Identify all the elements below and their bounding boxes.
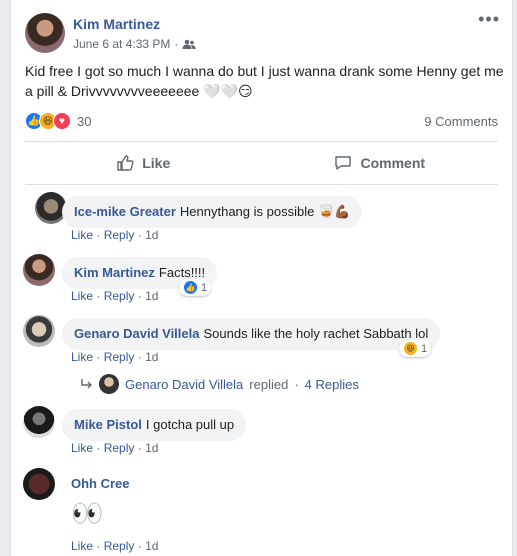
post-time[interactable]: June 6 at 4:33 PM <box>73 37 170 51</box>
reply-arrow-icon <box>81 379 92 389</box>
love-reaction-icon: ♥ <box>53 112 71 130</box>
separator: · <box>96 441 101 455</box>
separator: · <box>294 376 299 392</box>
like-reaction-icon: 👍 <box>183 280 198 295</box>
reaction-count: 30 <box>77 113 92 129</box>
comment-reply-link[interactable]: Reply <box>104 539 135 553</box>
separator: · <box>137 350 142 364</box>
post-emoji: 🤍🤍😏 <box>203 83 253 99</box>
separator: · <box>96 350 101 364</box>
reaction-count: 1 <box>201 281 208 294</box>
comment-age[interactable]: 1d <box>145 350 158 364</box>
comment-like-link[interactable]: Like <box>71 289 93 303</box>
separator: · <box>137 441 142 455</box>
comment-reply-link[interactable]: Reply <box>104 350 135 364</box>
separator: · <box>96 539 101 553</box>
separator: · <box>96 289 101 303</box>
comment-reaction-badge[interactable]: 😆 1 <box>399 340 432 357</box>
commenter-name[interactable]: Ohh Cree <box>71 476 130 491</box>
comment-emoji: 👀 <box>71 498 104 528</box>
comment-reaction-badge[interactable]: 👍 1 <box>179 279 212 296</box>
replied-verb: replied <box>249 376 289 392</box>
comment-reply-link[interactable]: Reply <box>104 441 135 455</box>
comment-text: Facts!!!! <box>158 265 206 280</box>
separator: · <box>137 539 142 553</box>
comment-emoji: 🥃💪🏾 <box>317 204 351 219</box>
comment-label: Comment <box>360 155 426 171</box>
commenter-avatar[interactable] <box>23 468 55 500</box>
meta-separator: · <box>174 37 179 51</box>
separator: · <box>96 228 101 242</box>
comment-like-link[interactable]: Like <box>71 228 93 242</box>
post-author[interactable]: Kim Martinez <box>73 16 160 32</box>
comment-actions: Like · Reply · 1d <box>71 350 158 364</box>
comment-like-link[interactable]: Like <box>71 441 93 455</box>
comment-text: I gotcha pull up <box>145 417 235 432</box>
thumbs-up-icon <box>117 155 134 171</box>
comment-icon <box>335 156 352 170</box>
comment-age[interactable]: 1d <box>145 441 158 455</box>
commenter-name[interactable]: Ice-mike Greater <box>74 204 176 219</box>
commenter-avatar[interactable] <box>23 254 55 286</box>
commenter-name[interactable]: Kim Martinez <box>74 265 155 280</box>
comment-button[interactable]: Comment <box>262 142 499 184</box>
reaction-count: 1 <box>421 342 428 355</box>
comment-count[interactable]: 9 Comments <box>424 114 498 129</box>
comment-actions: Like · Reply · 1d <box>71 539 158 553</box>
comment-like-link[interactable]: Like <box>71 350 93 364</box>
author-avatar[interactable] <box>25 13 65 53</box>
replier-avatar <box>99 374 119 394</box>
comment-reply-link[interactable]: Reply <box>104 228 135 242</box>
commenter-avatar[interactable] <box>23 315 55 347</box>
post-actions: Like Comment <box>25 141 498 185</box>
comment-actions: Like · Reply · 1d <box>71 228 158 242</box>
post-text: Kid free I got so much I wanna do but I … <box>25 63 504 99</box>
reaction-summary[interactable]: 👍 😆 ♥ 30 <box>25 112 91 130</box>
comment-bubble: Mike Pistol I gotcha pull up <box>62 409 247 441</box>
comment-actions: Like · Reply · 1d <box>71 441 158 455</box>
separator: · <box>137 289 142 303</box>
like-button[interactable]: Like <box>25 142 262 184</box>
reply-count: 4 Replies <box>304 376 359 392</box>
comment-age[interactable]: 1d <box>145 539 158 553</box>
post-card: Kim Martinez June 6 at 4:33 PM · ••• Kid… <box>10 0 513 556</box>
more-options-icon[interactable]: ••• <box>478 10 500 28</box>
comment-reply-link[interactable]: Reply <box>104 289 135 303</box>
commenter-name[interactable]: Genaro David Villela <box>74 326 199 341</box>
comment-text: Hennythang is possible <box>179 204 315 219</box>
comment-text: Sounds like the holy rachet Sabbath lol <box>203 326 429 341</box>
friends-icon <box>182 39 196 49</box>
view-replies-link[interactable]: Genaro David Villela replied · 4 Replies <box>81 374 359 394</box>
commenter-name[interactable]: Mike Pistol <box>74 417 142 432</box>
comment-age[interactable]: 1d <box>145 228 158 242</box>
comment-actions: Like · Reply · 1d <box>71 289 158 303</box>
comment-bubble: Ice-mike Greater Hennythang is possible 🥃… <box>62 196 363 228</box>
comment-like-link[interactable]: Like <box>71 539 93 553</box>
like-label: Like <box>142 155 171 171</box>
commenter-avatar[interactable] <box>23 406 55 438</box>
replier-name: Genaro David Villela <box>125 376 244 392</box>
comment-age[interactable]: 1d <box>145 289 158 303</box>
separator: · <box>137 228 142 242</box>
haha-reaction-icon: 😆 <box>403 341 418 356</box>
comment-bubble: Genaro David Villela Sounds like the holy… <box>62 318 441 350</box>
post-meta: June 6 at 4:33 PM · <box>73 37 196 51</box>
